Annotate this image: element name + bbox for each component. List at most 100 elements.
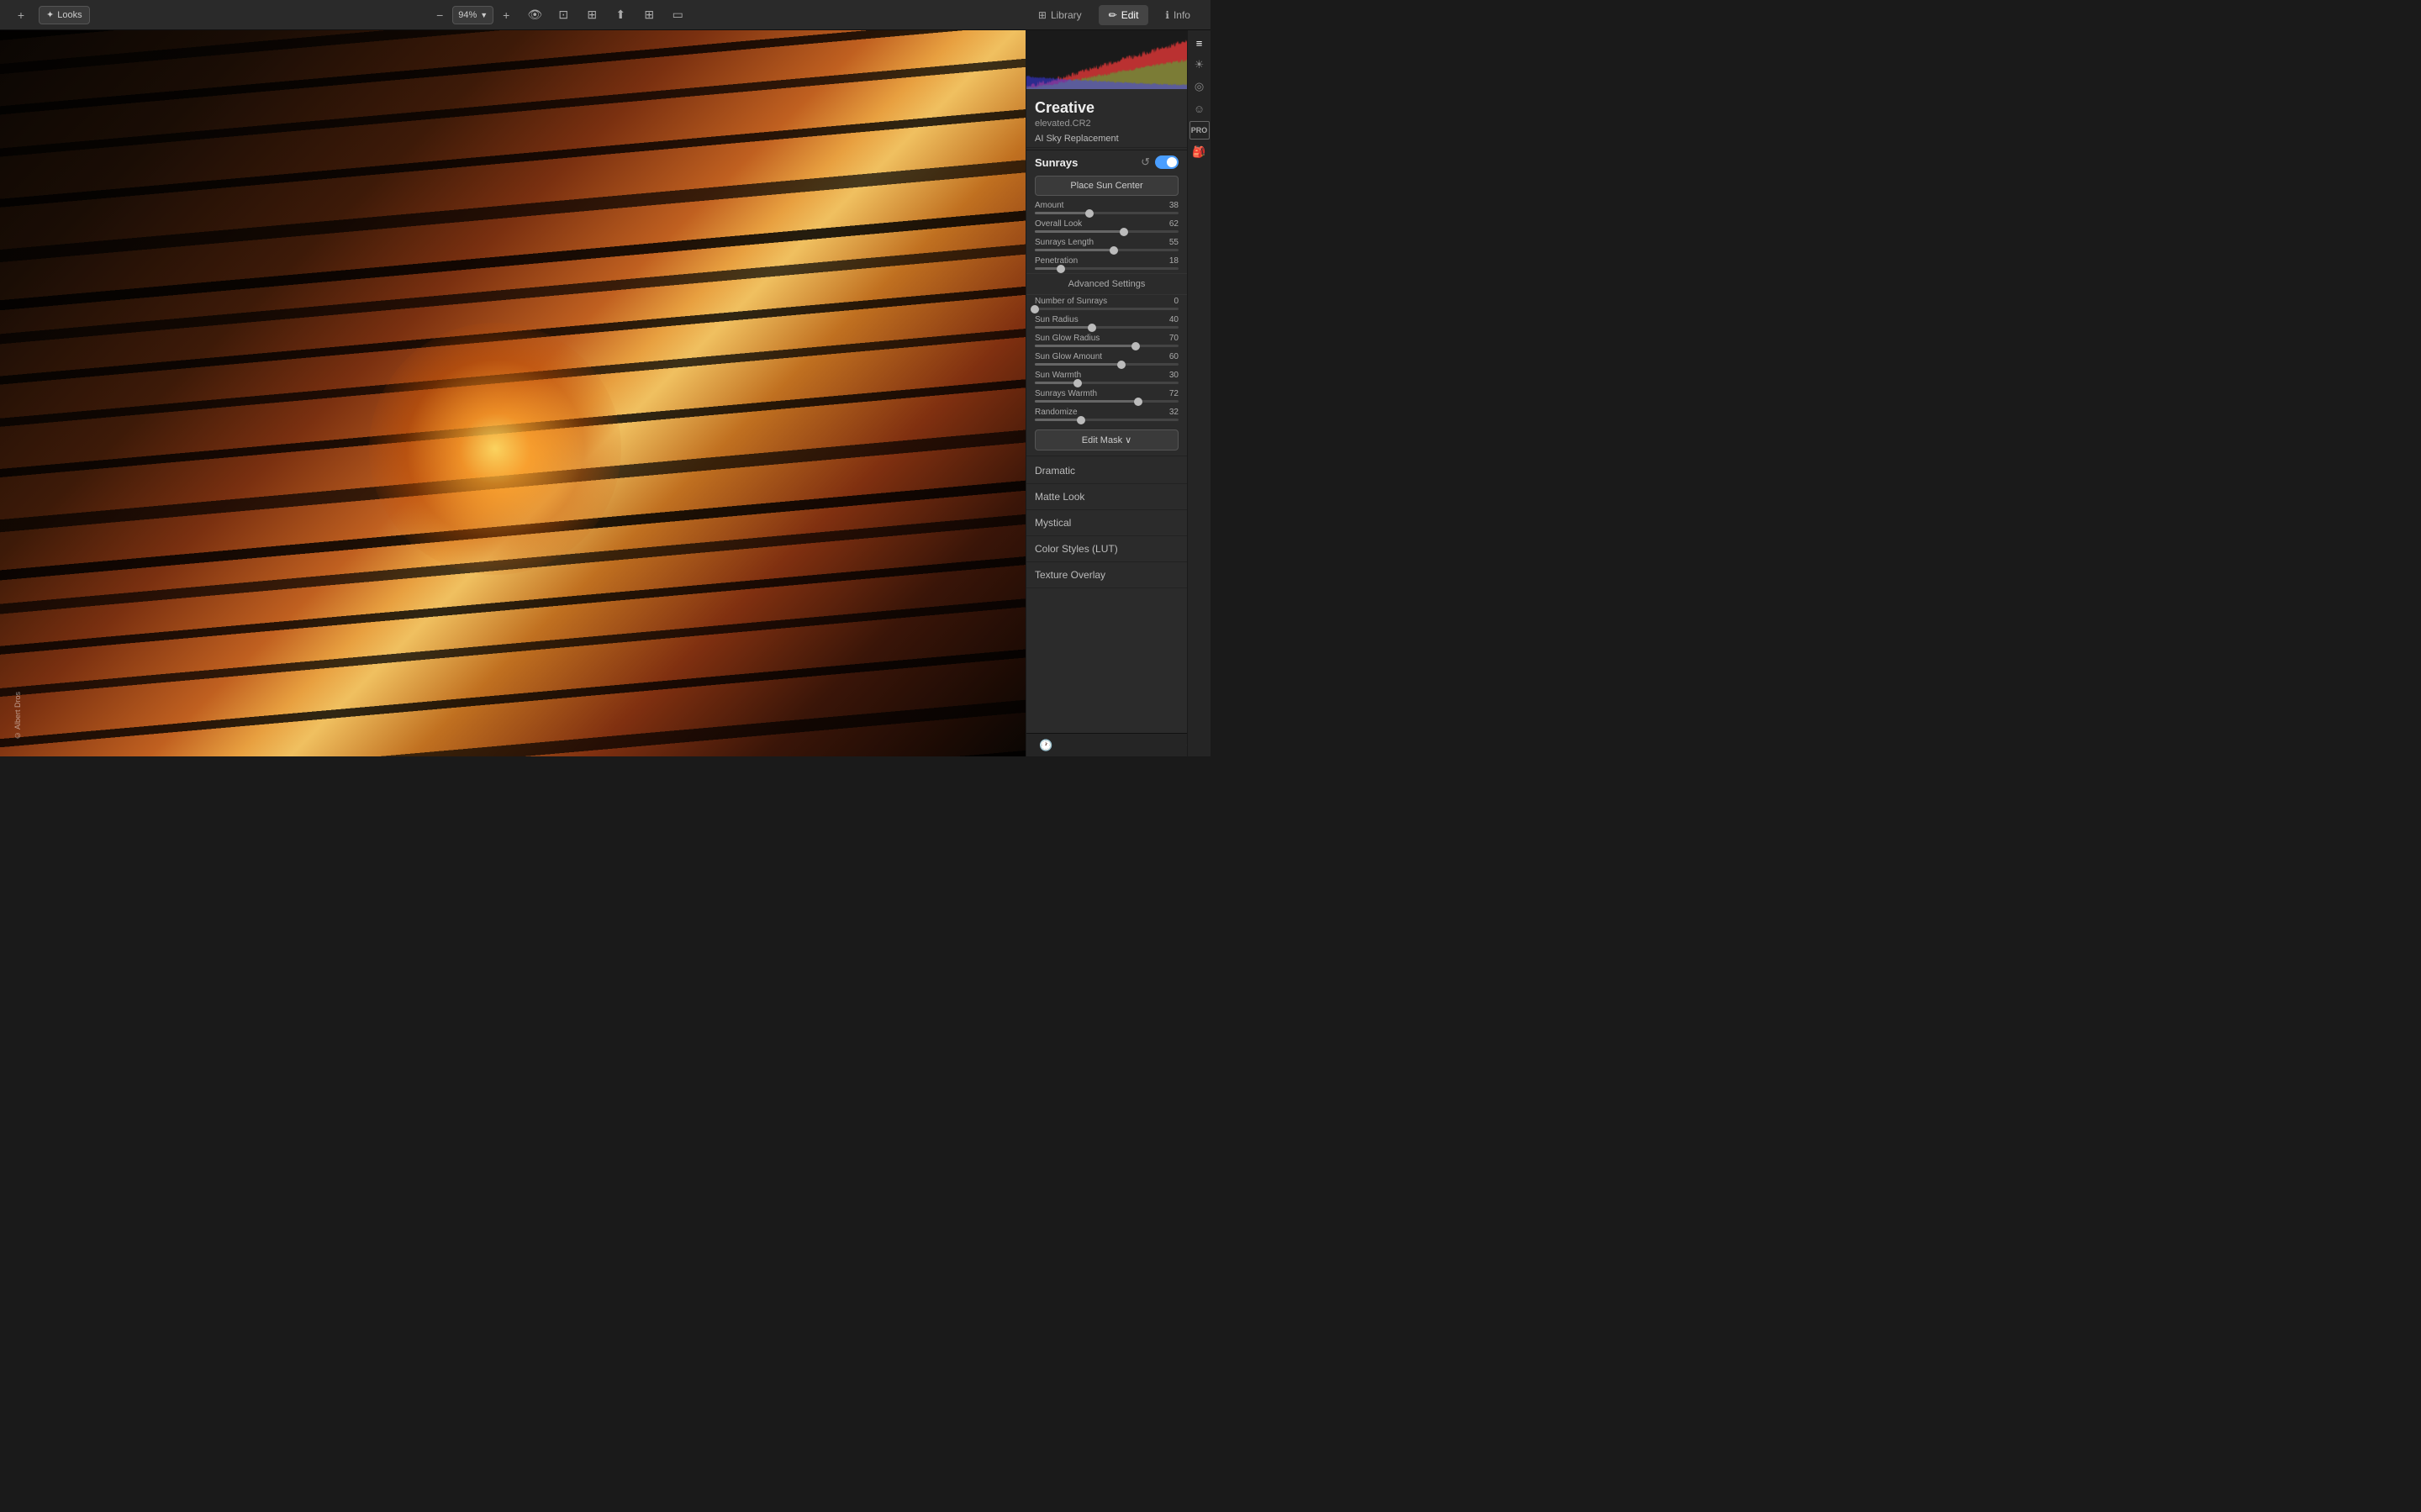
edit-icon: ✏	[1109, 9, 1117, 21]
history-icon[interactable]: 🕐	[1035, 737, 1057, 754]
list-item-mystical[interactable]: Mystical	[1026, 510, 1187, 536]
module-title: AI Sky Replacement	[1026, 132, 1187, 145]
slider-value: 60	[1169, 352, 1179, 361]
histogram	[1026, 30, 1210, 89]
slider-value: 38	[1169, 201, 1179, 210]
slider-track[interactable]	[1035, 267, 1179, 270]
right-panel-content: Creative elevated.CR2 AI Sky Replacement…	[1026, 89, 1187, 733]
slider-label: Number of Sunrays	[1035, 297, 1107, 306]
face-icon[interactable]: ☺	[1190, 99, 1209, 118]
slider-row-amount: Amount 38	[1026, 199, 1187, 218]
adv-slider-row-number-of-sunrays: Number of Sunrays 0	[1026, 295, 1187, 313]
adv-slider-row-sun-warmth: Sun Warmth 30	[1026, 369, 1187, 387]
sunrays-reset-button[interactable]: ↺	[1141, 155, 1150, 169]
slider-value: 62	[1169, 219, 1179, 229]
slider-track[interactable]	[1035, 326, 1179, 329]
zoom-dropdown-icon: ▼	[480, 11, 488, 19]
layout-button[interactable]: ▭	[667, 6, 688, 24]
list-item-texture-overlay[interactable]: Texture Overlay	[1026, 562, 1187, 588]
zoom-decrease-button[interactable]: −	[429, 6, 451, 24]
slider-row-penetration: Penetration 18	[1026, 255, 1187, 273]
slider-track[interactable]	[1035, 400, 1179, 403]
adv-slider-row-sun-glow-radius: Sun Glow Radius 70	[1026, 332, 1187, 350]
file-name: elevated.CR2	[1026, 119, 1187, 132]
info-icon: ℹ	[1165, 9, 1169, 21]
tab-info[interactable]: ℹ Info	[1155, 5, 1200, 25]
photo-canvas[interactable]: © Albert Dros	[0, 30, 1026, 756]
slider-value: 0	[1174, 297, 1179, 306]
zoom-increase-button[interactable]: +	[495, 6, 517, 24]
slider-label: Sunrays Length	[1035, 238, 1094, 247]
tab-edit[interactable]: ✏ Edit	[1099, 5, 1149, 25]
edit-mask-button[interactable]: Edit Mask ∨	[1035, 429, 1179, 450]
slider-label: Penetration	[1035, 256, 1078, 266]
slider-track[interactable]	[1035, 419, 1179, 421]
watermark: © Albert Dros	[13, 692, 22, 740]
basic-sliders: Amount 38 Overall Look 62 Sunrays Length…	[1026, 199, 1187, 273]
slider-value: 18	[1169, 256, 1179, 266]
looks-icon: ✦	[46, 9, 54, 20]
slider-value: 55	[1169, 238, 1179, 247]
slider-label: Sunrays Warmth	[1035, 389, 1097, 398]
slider-label: Sun Glow Amount	[1035, 352, 1102, 361]
slider-track[interactable]	[1035, 345, 1179, 347]
slider-label: Sun Glow Radius	[1035, 334, 1100, 343]
slider-value: 40	[1169, 315, 1179, 324]
grid-button[interactable]: ⊞	[638, 6, 660, 24]
adv-slider-row-sunrays-warmth: Sunrays Warmth 72	[1026, 387, 1187, 406]
list-item-color-styles-(lut)[interactable]: Color Styles (LUT)	[1026, 536, 1187, 562]
bottom-bar: 🕐 •••	[1026, 733, 1210, 756]
slider-track[interactable]	[1035, 382, 1179, 384]
looks-button[interactable]: ✦ Looks	[39, 6, 90, 24]
sunrays-section-header: Sunrays ↺	[1026, 150, 1187, 172]
main-area: © Albert Dros ≡ ☀ ◎ ☺ PRO 🎒 Creative ele…	[0, 30, 1210, 756]
before-after-button[interactable]: ⊡	[552, 6, 574, 24]
slider-track[interactable]	[1035, 363, 1179, 366]
slider-label: Randomize	[1035, 408, 1078, 417]
place-sun-center-button[interactable]: Place Sun Center	[1035, 176, 1179, 196]
sunrays-controls: ↺	[1141, 155, 1179, 169]
slider-track[interactable]	[1035, 212, 1179, 214]
slider-track[interactable]	[1035, 249, 1179, 251]
advanced-settings-toggle[interactable]: Advanced Settings	[1026, 273, 1187, 295]
add-button[interactable]: +	[10, 6, 32, 24]
color-wheel-icon[interactable]: ◎	[1190, 77, 1209, 96]
preview-button[interactable]: 👁	[524, 6, 546, 24]
slider-label: Sun Warmth	[1035, 371, 1081, 380]
list-item-matte-look[interactable]: Matte Look	[1026, 484, 1187, 510]
tab-library[interactable]: ⊞ Library	[1028, 5, 1092, 25]
advanced-sliders: Number of Sunrays 0 Sun Radius 40 Sun Gl…	[1026, 295, 1187, 424]
crop-button[interactable]: ⊞	[581, 6, 603, 24]
slider-track[interactable]	[1035, 230, 1179, 233]
sunrays-title: Sunrays	[1035, 156, 1078, 169]
slider-value: 30	[1169, 371, 1179, 380]
adv-slider-row-randomize: Randomize 32	[1026, 406, 1187, 424]
slider-row-overall-look: Overall Look 62	[1026, 218, 1187, 236]
histogram-canvas	[1026, 30, 1210, 89]
slider-value: 72	[1169, 389, 1179, 398]
panel-icon-bar: ≡ ☀ ◎ ☺ PRO 🎒	[1187, 30, 1210, 756]
effects-list: DramaticMatte LookMysticalColor Styles (…	[1026, 458, 1187, 588]
export-button[interactable]: ⬆	[609, 6, 631, 24]
bag-icon[interactable]: 🎒	[1190, 143, 1209, 161]
adv-slider-row-sun-glow-amount: Sun Glow Amount 60	[1026, 350, 1187, 369]
pro-badge[interactable]: PRO	[1189, 121, 1210, 140]
adv-slider-row-sun-radius: Sun Radius 40	[1026, 313, 1187, 332]
slider-label: Sun Radius	[1035, 315, 1079, 324]
slider-row-sunrays-length: Sunrays Length 55	[1026, 236, 1187, 255]
slider-label: Amount	[1035, 201, 1063, 210]
sun-icon[interactable]: ☀	[1190, 55, 1209, 74]
slider-label: Overall Look	[1035, 219, 1082, 229]
photo-image	[0, 30, 1026, 756]
slider-value: 32	[1169, 408, 1179, 417]
right-panel: ≡ ☀ ◎ ☺ PRO 🎒 Creative elevated.CR2 AI S…	[1026, 30, 1210, 756]
slider-track[interactable]	[1035, 308, 1179, 310]
slider-value: 70	[1169, 334, 1179, 343]
library-icon: ⊞	[1038, 9, 1047, 21]
layers-icon[interactable]: ≡	[1190, 34, 1209, 52]
panel-title: Creative	[1026, 96, 1187, 119]
topbar: + ✦ Looks − 94% ▼ + 👁 ⊡ ⊞ ⬆ ⊞ ▭ ⊞ Librar…	[0, 0, 1210, 30]
sunrays-toggle[interactable]	[1155, 155, 1179, 169]
zoom-value[interactable]: 94% ▼	[452, 6, 493, 24]
list-item-dramatic[interactable]: Dramatic	[1026, 458, 1187, 484]
